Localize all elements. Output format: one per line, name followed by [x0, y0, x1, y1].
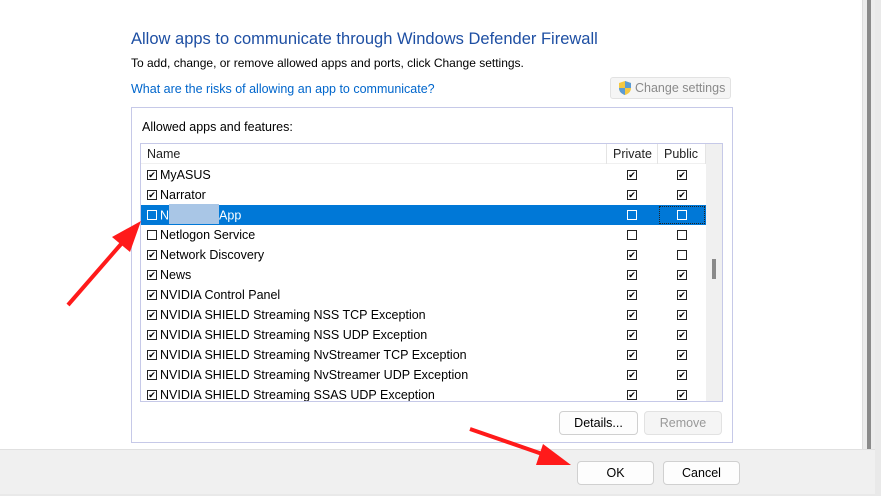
enabled-checkbox[interactable]: ✔ [147, 270, 157, 280]
app-name: NVIDIA SHIELD Streaming NSS UDP Exceptio… [160, 328, 428, 342]
page-subtitle: To add, change, or remove allowed apps a… [131, 56, 524, 70]
enabled-checkbox[interactable]: ✔ [147, 390, 157, 400]
app-name: NVIDIA SHIELD Streaming SSAS UDP Excepti… [160, 388, 435, 402]
public-checkbox[interactable]: ✔ [677, 190, 687, 200]
remove-button[interactable]: Remove [644, 411, 722, 435]
app-name: Narrator [160, 188, 206, 202]
private-checkbox[interactable]: ✔ [627, 170, 637, 180]
app-name: NVIDIA SHIELD Streaming NSS TCP Exceptio… [160, 308, 426, 322]
public-checkbox[interactable]: ✔ [677, 370, 687, 380]
group-label: Allowed apps and features: [142, 120, 293, 134]
enabled-checkbox[interactable]: ✔ [147, 250, 157, 260]
risks-link[interactable]: What are the risks of allowing an app to… [131, 82, 435, 96]
private-checkbox[interactable]: ✔ [627, 390, 637, 400]
page-title: Allow apps to communicate through Window… [131, 30, 598, 48]
enabled-checkbox[interactable]: ✔ [147, 370, 157, 380]
list-scrollbar[interactable] [706, 144, 722, 401]
private-checkbox[interactable] [627, 230, 637, 240]
focus-rect [659, 206, 705, 224]
app-name: News [160, 268, 192, 282]
private-checkbox[interactable]: ✔ [627, 330, 637, 340]
scrollbar-thumb[interactable] [712, 259, 716, 279]
private-checkbox[interactable]: ✔ [627, 370, 637, 380]
table-row[interactable]: ✔ NVIDIA SHIELD Streaming NvStreamer TCP … [141, 345, 706, 365]
redacted-blur [169, 204, 220, 224]
table-row[interactable]: ✔ NVIDIA SHIELD Streaming NSS UDP Excepti… [141, 325, 706, 345]
private-checkbox[interactable]: ✔ [627, 270, 637, 280]
table-row[interactable]: Netlogon Service [141, 225, 706, 245]
enabled-checkbox[interactable]: ✔ [147, 350, 157, 360]
public-checkbox[interactable]: ✔ [677, 290, 687, 300]
table-row[interactable]: N App [141, 204, 706, 225]
enabled-checkbox[interactable]: ✔ [147, 330, 157, 340]
private-checkbox[interactable]: ✔ [627, 290, 637, 300]
details-button[interactable]: Details... [559, 411, 638, 435]
private-checkbox[interactable]: ✔ [627, 250, 637, 260]
enabled-checkbox[interactable]: ✔ [147, 310, 157, 320]
change-settings-label: Change settings [635, 81, 726, 95]
app-name: NVIDIA Control Panel [160, 288, 281, 302]
private-checkbox[interactable] [627, 210, 637, 220]
enabled-checkbox[interactable] [147, 230, 157, 240]
table-row[interactable]: ✔ NVIDIA SHIELD Streaming NvStreamer UDP … [141, 365, 706, 385]
public-checkbox[interactable] [677, 230, 687, 240]
public-checkbox[interactable]: ✔ [677, 170, 687, 180]
uac-shield-icon [619, 81, 631, 95]
ok-button[interactable]: OK [577, 461, 654, 485]
public-checkbox[interactable]: ✔ [677, 350, 687, 360]
public-checkbox[interactable]: ✔ [677, 270, 687, 280]
column-header-public[interactable]: Public [664, 147, 698, 161]
private-checkbox[interactable]: ✔ [627, 350, 637, 360]
app-name: NVIDIA SHIELD Streaming NvStreamer UDP E… [160, 368, 469, 382]
firewall-allowed-apps-window: Allow apps to communicate through Window… [0, 0, 875, 494]
private-checkbox[interactable]: ✔ [627, 190, 637, 200]
app-name: Network Discovery [160, 248, 265, 262]
allowed-apps-group: Allowed apps and features: Name Private … [131, 107, 733, 443]
column-header-name[interactable]: Name [147, 147, 180, 161]
private-checkbox[interactable]: ✔ [627, 310, 637, 320]
list-header: Name Private Public [141, 144, 706, 164]
enabled-checkbox[interactable]: ✔ [147, 190, 157, 200]
change-settings-button[interactable]: Change settings [610, 77, 731, 99]
allowed-apps-list[interactable]: Name Private Public ✔ MyASUS ✔ ✔ ✔ Narrator ✔ ✔… [140, 143, 723, 402]
table-row[interactable]: ✔ MyASUS ✔ ✔ [141, 165, 706, 185]
app-name: MyASUS [160, 168, 211, 182]
table-row[interactable]: ✔ NVIDIA SHIELD Streaming SSAS UDP Except… [141, 385, 706, 402]
enabled-checkbox[interactable]: ✔ [147, 170, 157, 180]
table-row[interactable]: ✔ Network Discovery ✔ [141, 245, 706, 265]
app-name: N App [160, 204, 241, 224]
table-row[interactable]: ✔ Narrator ✔ ✔ [141, 185, 706, 205]
cancel-button[interactable]: Cancel [663, 461, 740, 485]
column-header-private[interactable]: Private [613, 147, 652, 161]
enabled-checkbox[interactable]: ✔ [147, 290, 157, 300]
app-name: Netlogon Service [160, 228, 256, 242]
dialog-footer: OK Cancel [0, 449, 875, 494]
public-checkbox[interactable]: ✔ [677, 390, 687, 400]
enabled-checkbox[interactable] [147, 210, 157, 220]
table-row[interactable]: ✔ NVIDIA SHIELD Streaming NSS TCP Excepti… [141, 305, 706, 325]
window-scrollbar[interactable] [862, 0, 875, 449]
table-row[interactable]: ✔ NVIDIA Control Panel ✔ ✔ [141, 285, 706, 305]
public-checkbox[interactable]: ✔ [677, 310, 687, 320]
public-checkbox[interactable] [677, 250, 687, 260]
public-checkbox[interactable]: ✔ [677, 330, 687, 340]
table-row[interactable]: ✔ News ✔ ✔ [141, 265, 706, 285]
app-name: NVIDIA SHIELD Streaming NvStreamer TCP E… [160, 348, 467, 362]
